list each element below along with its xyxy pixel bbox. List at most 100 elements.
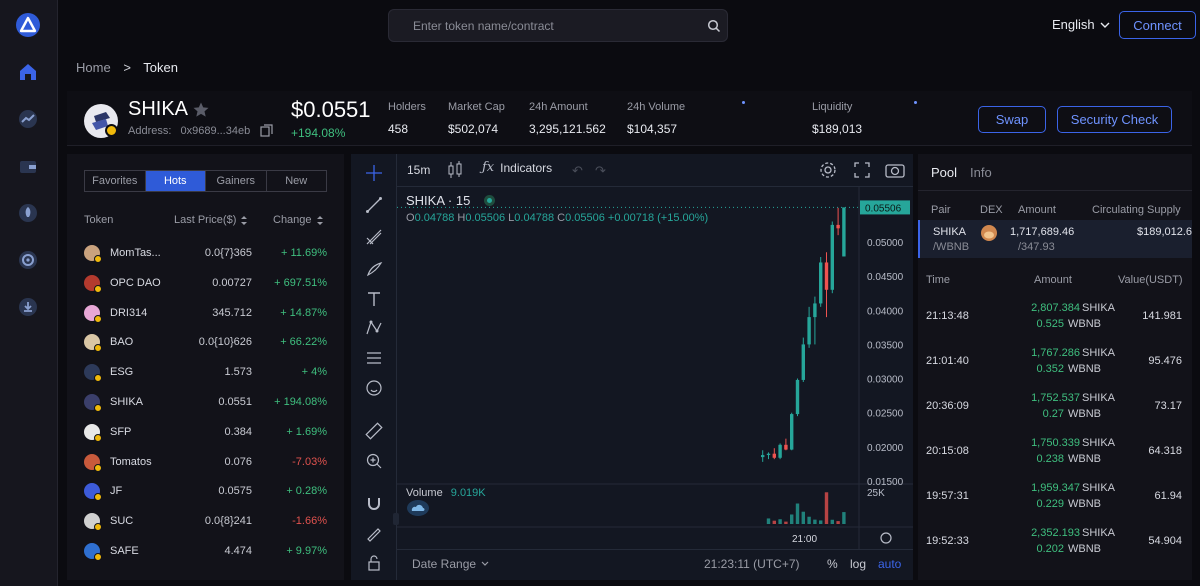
- tab-hots[interactable]: Hots: [145, 171, 206, 191]
- price-axis-tick: 0.04000: [867, 306, 904, 317]
- search-input[interactable]: [413, 18, 693, 34]
- breadcrumb-home[interactable]: Home: [76, 60, 111, 75]
- candle-body: [836, 224, 840, 229]
- price-axis-tick: 0.02000: [867, 443, 904, 454]
- auto-toggle[interactable]: auto: [878, 557, 901, 571]
- candle-type-icon[interactable]: [447, 161, 463, 184]
- stat-24h-volume-value: $104,357: [627, 122, 678, 136]
- fullscreen-icon[interactable]: [853, 161, 871, 184]
- token-list-row[interactable]: JF 0.0575 + 0.28%: [84, 479, 328, 503]
- token-name: SFP: [110, 425, 132, 438]
- token-list-row[interactable]: SHIKA 0.0551 + 194.08%: [84, 390, 328, 414]
- home-icon[interactable]: [15, 59, 41, 85]
- token-list-row[interactable]: OPC DAO 0.00727 + 697.51%: [84, 271, 328, 295]
- tx-value: 54.904: [1148, 535, 1182, 547]
- measure-lines-icon[interactable]: [363, 347, 385, 369]
- brush-icon[interactable]: [363, 258, 385, 280]
- trending-icon[interactable]: [15, 106, 41, 132]
- divider: [918, 190, 1192, 191]
- volume-bar: [766, 518, 771, 524]
- trendline-icon[interactable]: [363, 194, 385, 216]
- stat-holders-value: 458: [388, 122, 409, 136]
- token-list-row[interactable]: Tomatos 0.076 -7.03%: [84, 450, 328, 474]
- token-list-row[interactable]: SUC 0.0{8}241 -1.66%: [84, 509, 328, 533]
- collapse-handle[interactable]: [393, 513, 399, 525]
- cloud-icon: [407, 500, 429, 516]
- dot-marker: [742, 101, 745, 104]
- token-avatar: [84, 104, 118, 138]
- chevron-down-icon: [481, 561, 489, 566]
- rocket-icon[interactable]: [15, 200, 41, 226]
- transaction-row[interactable]: 20:15:08 1,750.339 SHIKA 0.238 WBNB 64.318: [918, 429, 1192, 473]
- lock-icon[interactable]: [363, 552, 385, 574]
- favorite-star-icon[interactable]: [192, 101, 210, 119]
- language-selector[interactable]: English: [1052, 17, 1110, 32]
- emoji-icon[interactable]: [363, 377, 385, 399]
- settings-gear-icon[interactable]: [819, 161, 837, 184]
- zoom-in-icon[interactable]: [363, 450, 385, 472]
- col-header-token: Token: [84, 214, 114, 226]
- indicators-button[interactable]: ƒx Indicators: [482, 160, 552, 175]
- token-symbol: SHIKA: [128, 98, 189, 120]
- connect-button[interactable]: Connect: [1119, 11, 1196, 39]
- token-list-row[interactable]: SAFE 4.474 + 9.97%: [84, 539, 328, 563]
- tab-info[interactable]: Info: [970, 165, 992, 180]
- breadcrumb-current: Token: [143, 60, 178, 75]
- token-last-price: 1.573: [224, 366, 252, 379]
- transaction-row[interactable]: 19:57:31 1,959.347 SHIKA 0.229 WBNB 61.94: [918, 474, 1192, 518]
- token-list-row[interactable]: ESG 1.573 + 4%: [84, 360, 328, 384]
- bnb-chain-icon: [94, 404, 102, 412]
- tab-new[interactable]: New: [267, 171, 327, 191]
- magnet-icon[interactable]: [363, 492, 385, 514]
- price-axis-tick: 0.03000: [867, 375, 904, 386]
- interval-selector[interactable]: 15m: [407, 163, 430, 177]
- swap-button[interactable]: Swap: [978, 106, 1046, 133]
- tx-amount-base: 1,752.537: [1031, 392, 1080, 404]
- pattern-tool-icon[interactable]: [363, 317, 385, 339]
- target-icon[interactable]: [15, 247, 41, 273]
- logo-icon[interactable]: [15, 12, 41, 38]
- redo-icon[interactable]: ↷: [595, 163, 606, 179]
- candle-body: [778, 444, 782, 458]
- bnb-chain-icon: [94, 374, 102, 383]
- stat-marketcap-value: $502,074: [448, 122, 499, 136]
- col-header-change[interactable]: Change: [273, 214, 324, 226]
- security-check-button[interactable]: Security Check: [1057, 106, 1172, 133]
- dot-marker: [914, 101, 917, 104]
- token-list-row[interactable]: BAO 0.0{10}626 + 66.22%: [84, 330, 328, 354]
- col-header-price[interactable]: Last Price($): [174, 214, 248, 226]
- transaction-row[interactable]: 20:36:09 1,752.537 SHIKA 0.27 WBNB 73.17: [918, 384, 1192, 428]
- candle-body: [790, 414, 794, 450]
- token-list-row[interactable]: SFP 0.384 + 1.69%: [84, 420, 328, 444]
- volume-bar: [842, 512, 846, 524]
- token-list-row[interactable]: DRI314 345.712 + 14.87%: [84, 301, 328, 325]
- tx-amount-base: 1,750.339: [1031, 437, 1080, 449]
- bnb-chain-icon: [94, 284, 102, 293]
- crosshair-icon[interactable]: [363, 162, 385, 184]
- copy-icon[interactable]: [260, 124, 273, 137]
- transaction-row[interactable]: 21:13:48 2,807.384 SHIKA 0.525 WBNB 141.981: [918, 294, 1192, 338]
- download-icon[interactable]: [15, 294, 41, 320]
- date-range-selector[interactable]: Date Range: [412, 557, 489, 571]
- log-toggle[interactable]: log: [850, 557, 866, 571]
- tab-pool[interactable]: Pool: [931, 165, 957, 180]
- tab-gainers[interactable]: Gainers: [206, 171, 267, 191]
- token-list-row[interactable]: MomTas... 0.0{7}365 + 11.69%: [84, 241, 328, 265]
- bnb-chain-icon: [94, 553, 102, 561]
- wallet-icon[interactable]: [15, 153, 41, 179]
- fib-tool-icon[interactable]: [363, 226, 385, 248]
- camera-icon[interactable]: [885, 161, 905, 184]
- ruler-icon[interactable]: [363, 420, 385, 442]
- search-icon[interactable]: [707, 19, 721, 33]
- token-change: -7.03%: [292, 455, 327, 468]
- undo-icon[interactable]: ↶: [572, 163, 583, 179]
- text-tool-icon[interactable]: [363, 288, 385, 310]
- tab-favorites[interactable]: Favorites: [85, 171, 146, 191]
- stat-24h-volume-label: 24h Volume: [627, 101, 686, 113]
- pool-amount-base: 1,717,689.46: [1010, 226, 1075, 238]
- tx-amount-base: 1,959.347: [1031, 482, 1080, 494]
- transaction-row[interactable]: 19:52:33 2,352.193 SHIKA 0.202 WBNB 54.904: [918, 519, 1192, 563]
- percent-toggle[interactable]: %: [827, 557, 838, 571]
- transaction-row[interactable]: 21:01:40 1,767.286 SHIKA 0.352 WBNB 95.476: [918, 339, 1192, 383]
- lock-pencil-icon[interactable]: [363, 522, 385, 544]
